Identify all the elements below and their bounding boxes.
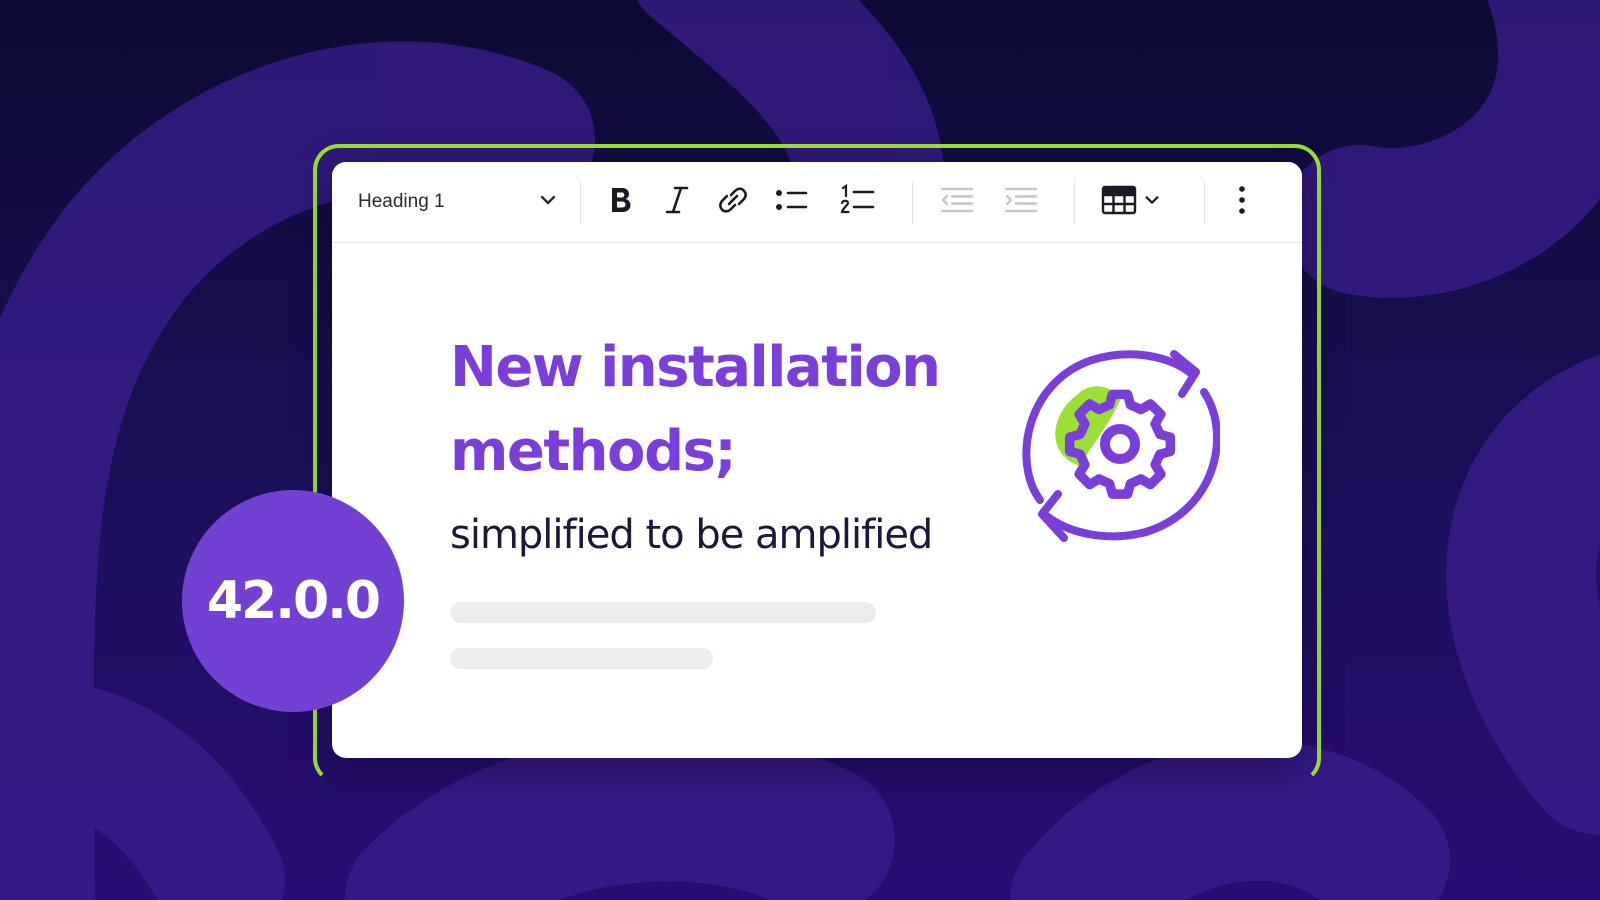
italic-icon xyxy=(663,184,691,221)
italic-button[interactable] xyxy=(654,178,700,226)
toolbar-separator xyxy=(580,182,581,224)
toolbar-separator xyxy=(1074,182,1075,224)
content-heading-line2: methods; xyxy=(450,419,737,484)
content-subtitle: simplified to be amplified xyxy=(450,512,933,558)
indent-icon xyxy=(1004,186,1038,219)
link-icon xyxy=(717,184,749,221)
bulleted-list-button[interactable] xyxy=(768,178,816,226)
gear-refresh-icon xyxy=(1022,350,1220,542)
bulleted-list-icon xyxy=(774,185,810,220)
version-badge: 42.0.0 xyxy=(182,490,404,712)
rich-text-editor: Heading 1 New installation methods; simp… xyxy=(332,162,1302,758)
content-heading-line1: New installation xyxy=(450,335,941,400)
indent-button[interactable] xyxy=(996,178,1046,226)
table-icon xyxy=(1101,184,1137,221)
outdent-icon xyxy=(940,186,974,219)
version-number: 42.0.0 xyxy=(206,571,381,631)
heading-dropdown[interactable]: Heading 1 xyxy=(342,176,570,228)
toolbar-separator xyxy=(1204,182,1205,224)
editor-toolbar: Heading 1 xyxy=(332,162,1302,243)
heading-dropdown-value: Heading 1 xyxy=(358,191,445,212)
bold-button[interactable] xyxy=(598,178,644,226)
content-heading: New installation methods; xyxy=(450,326,1010,494)
insert-table-button[interactable] xyxy=(1090,178,1172,226)
toolbar-separator xyxy=(912,182,913,224)
outdent-button[interactable] xyxy=(932,178,982,226)
bold-icon xyxy=(606,184,636,221)
placeholder-line xyxy=(450,648,713,669)
vertical-dots-icon xyxy=(1238,185,1246,220)
numbered-list-button[interactable] xyxy=(834,178,882,226)
link-button[interactable] xyxy=(710,178,756,226)
more-options-button[interactable] xyxy=(1222,178,1262,226)
placeholder-line xyxy=(450,602,876,623)
chevron-down-icon xyxy=(1143,191,1161,214)
numbered-list-icon xyxy=(840,183,876,221)
chevron-down-icon xyxy=(538,190,558,215)
